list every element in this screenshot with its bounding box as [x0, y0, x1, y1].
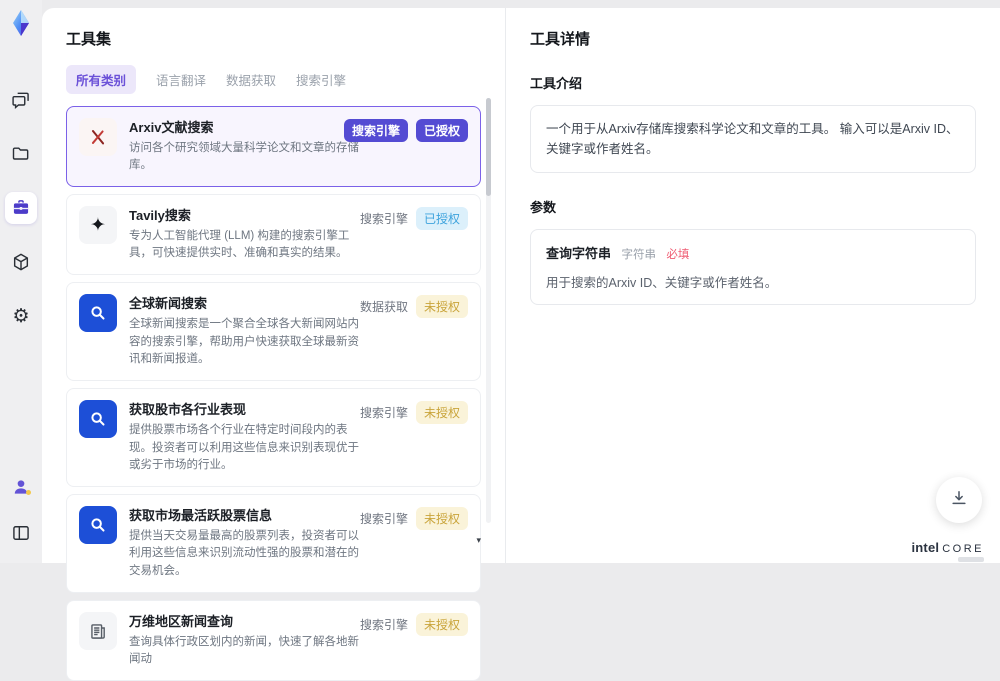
tool-row-sector-performance[interactable]: 获取股市各行业表现 提供股票市场各个行业在特定时间段内的表现。投资者可以利用这些…: [66, 388, 481, 487]
category-badge: 搜索引擎: [344, 119, 408, 142]
intro-box: 一个用于从Arxiv存储库搜索科学论文和文章的工具。 输入可以是Arxiv ID…: [530, 105, 976, 173]
package-icon: [11, 252, 31, 272]
category-badge: 搜索引擎: [360, 401, 408, 424]
list-scrollbar[interactable]: [486, 98, 491, 523]
tool-name: 全球新闻搜索: [129, 294, 367, 314]
tool-name: Tavily搜索: [129, 206, 367, 226]
category-badge: 搜索引擎: [360, 207, 408, 230]
tab-data-fetch[interactable]: 数据获取: [226, 65, 276, 94]
tab-all-categories[interactable]: 所有类别: [66, 65, 136, 94]
chat-icon: [11, 90, 31, 110]
search-icon: [79, 400, 117, 438]
tool-row-regional-news[interactable]: 万维地区新闻查询 查询具体行政区划内的新闻，快速了解各地新闻动 搜索引擎 未授权: [66, 600, 481, 681]
main-panel: 工具集 所有类别 语言翻译 数据获取 搜索引擎 Arxiv文献搜索 访问各个研究…: [42, 8, 1000, 563]
page-title: 工具集: [66, 28, 481, 49]
folder-icon: [11, 144, 31, 164]
category-tabs: 所有类别 语言翻译 数据获取 搜索引擎: [66, 65, 481, 94]
tool-row-tavily[interactable]: ✦ Tavily搜索 专为人工智能代理 (LLM) 构建的搜索引擎工具，可快速提…: [66, 194, 481, 275]
auth-badge: 未授权: [416, 295, 468, 318]
param-card: 查询字符串 字符串 必填 用于搜索的Arxiv ID、关键字或作者姓名。: [530, 229, 976, 305]
settings-gear-icon: ⚙: [12, 307, 29, 326]
intel-core-logo: intel core: [911, 540, 984, 555]
tool-name: 获取市场最活跃股票信息: [129, 506, 367, 526]
category-badge: 数据获取: [360, 295, 408, 318]
tool-desc: 访问各个研究领域大量科学论文和文章的存储库。: [129, 140, 367, 176]
tools-column: 工具集 所有类别 语言翻译 数据获取 搜索引擎 Arxiv文献搜索 访问各个研究…: [42, 8, 505, 563]
scrollbar-thumb[interactable]: [486, 98, 491, 196]
auth-badge: 未授权: [416, 401, 468, 424]
tab-search-engine[interactable]: 搜索引擎: [296, 65, 346, 94]
params-heading: 参数: [530, 197, 976, 216]
tool-desc: 查询具体行政区划内的新闻，快速了解各地新闻动: [129, 634, 367, 670]
auth-badge: 已授权: [416, 119, 468, 142]
category-badge: 搜索引擎: [360, 613, 408, 636]
sidebar-toggle[interactable]: [5, 517, 37, 549]
param-name: 查询字符串: [546, 246, 611, 261]
intro-text: 一个用于从Arxiv存储库搜索科学论文和文章的工具。 输入可以是Arxiv ID…: [546, 119, 960, 159]
sidebar-item-files[interactable]: [5, 138, 37, 170]
download-icon: [949, 488, 969, 513]
tool-list: Arxiv文献搜索 访问各个研究领域大量科学论文和文章的存储库。 搜索引擎 已授…: [66, 106, 481, 681]
panel-toggle-icon: [11, 523, 31, 543]
sidebar-item-packages[interactable]: [5, 246, 37, 278]
tool-row-global-news[interactable]: 全球新闻搜索 全球新闻搜索是一个聚合全球各大新闻网站内容的搜索引擎，帮助用户快速…: [66, 282, 481, 381]
tool-row-active-stocks[interactable]: 获取市场最活跃股票信息 提供当天交易量最高的股票列表，投资者可以利用这些信息来识…: [66, 494, 481, 593]
detail-title: 工具详情: [530, 28, 976, 49]
search-icon: [79, 506, 117, 544]
tool-name: 获取股市各行业表现: [129, 400, 367, 420]
newspaper-icon: [79, 612, 117, 650]
tool-row-arxiv[interactable]: Arxiv文献搜索 访问各个研究领域大量科学论文和文章的存储库。 搜索引擎 已授…: [66, 106, 481, 187]
intro-heading: 工具介绍: [530, 73, 976, 92]
scroll-down-caret[interactable]: ▾: [476, 535, 481, 546]
tool-name: 万维地区新闻查询: [129, 612, 367, 632]
tool-name: Arxiv文献搜索: [129, 118, 367, 138]
brand-subtext: [958, 557, 984, 562]
sparkle-icon: ✦: [79, 206, 117, 244]
param-required-flag: 必填: [666, 249, 689, 261]
tool-desc: 提供股票市场各个行业在特定时间段内的表现。投资者可以利用这些信息来识别表现优于或…: [129, 422, 367, 475]
sidebar-item-account[interactable]: [5, 471, 37, 503]
rail-nav: ⚙: [0, 84, 42, 332]
sidebar-item-chat[interactable]: [5, 84, 37, 116]
tool-desc: 全球新闻搜索是一个聚合全球各大新闻网站内容的搜索引擎，帮助用户快速获取全球最新资…: [129, 316, 367, 369]
app-logo-icon[interactable]: [7, 9, 35, 37]
param-type: 字符串: [621, 249, 656, 261]
status-dot: [26, 490, 31, 495]
category-badge: 搜索引擎: [360, 507, 408, 530]
sidebar-item-settings[interactable]: ⚙: [5, 300, 37, 332]
toolbox-icon: [11, 198, 31, 218]
tool-desc: 提供当天交易量最高的股票列表，投资者可以利用这些信息来识别流动性强的股票和潜在的…: [129, 528, 367, 581]
left-rail: ⚙: [0, 0, 42, 563]
param-desc: 用于搜索的Arxiv ID、关键字或作者姓名。: [546, 272, 960, 291]
tab-language-translation[interactable]: 语言翻译: [156, 65, 206, 94]
tool-desc: 专为人工智能代理 (LLM) 构建的搜索引擎工具，可快速提供实时、准确和真实的结…: [129, 228, 367, 264]
rail-bottom: [0, 471, 42, 549]
arxiv-icon: [79, 118, 117, 156]
search-icon: [79, 294, 117, 332]
detail-column: 工具详情 工具介绍 一个用于从Arxiv存储库搜索科学论文和文章的工具。 输入可…: [505, 8, 1000, 563]
auth-badge: 已授权: [416, 207, 468, 230]
auth-badge: 未授权: [416, 507, 468, 530]
sidebar-item-tools[interactable]: [5, 192, 37, 224]
download-button[interactable]: [936, 477, 982, 523]
auth-badge: 未授权: [416, 613, 468, 636]
